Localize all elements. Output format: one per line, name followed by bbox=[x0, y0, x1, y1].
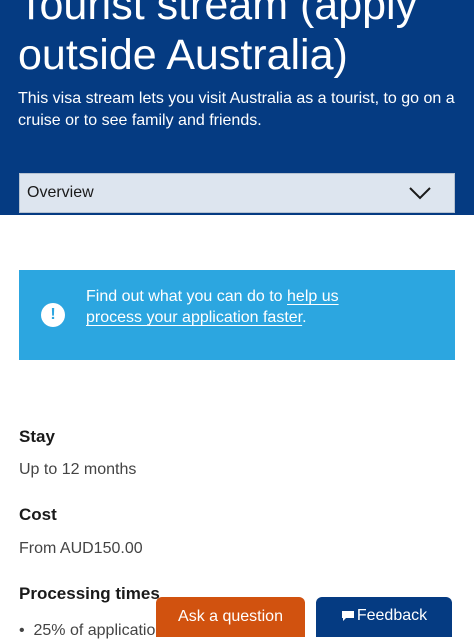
cost-heading: Cost bbox=[19, 505, 57, 524]
page-description: This visa stream lets you visit Australi… bbox=[18, 90, 455, 129]
page-title: Tourist stream (apply outside Australia) bbox=[18, 0, 468, 80]
info-banner-text: Find out what you can do to help us proc… bbox=[86, 286, 356, 328]
info-banner: ! Find out what you can do to help us pr… bbox=[19, 270, 455, 360]
stay-heading: Stay bbox=[19, 427, 55, 446]
speech-bubble-icon bbox=[341, 611, 354, 621]
feedback-button-label: Feedback bbox=[356, 607, 428, 624]
exclamation-circle-icon: ! bbox=[41, 303, 65, 327]
chevron-down-icon bbox=[409, 187, 431, 200]
processing-times-bullet: • 25% of applicatio bbox=[19, 622, 156, 639]
page-hero: Tourist stream (apply outside Australia)… bbox=[0, 0, 474, 215]
feedback-button[interactable]: Feedback bbox=[316, 597, 452, 637]
info-banner-text-after: . bbox=[302, 309, 307, 326]
stay-value: Up to 12 months bbox=[19, 461, 137, 478]
section-select-value: Overview bbox=[27, 184, 94, 201]
info-banner-text-before: Find out what you can do to bbox=[86, 288, 288, 305]
page-title-line-1: Tourist stream (apply bbox=[18, 0, 418, 29]
page-title-line-2: outside Australia) bbox=[18, 31, 348, 79]
processing-times-heading: Processing times bbox=[19, 584, 160, 603]
cost-value: From AUD150.00 bbox=[19, 540, 143, 557]
ask-question-button[interactable]: Ask a question bbox=[156, 597, 305, 637]
section-select[interactable]: Overview bbox=[19, 173, 455, 213]
processing-times-bullet-text: 25% of applicatio bbox=[33, 622, 156, 639]
